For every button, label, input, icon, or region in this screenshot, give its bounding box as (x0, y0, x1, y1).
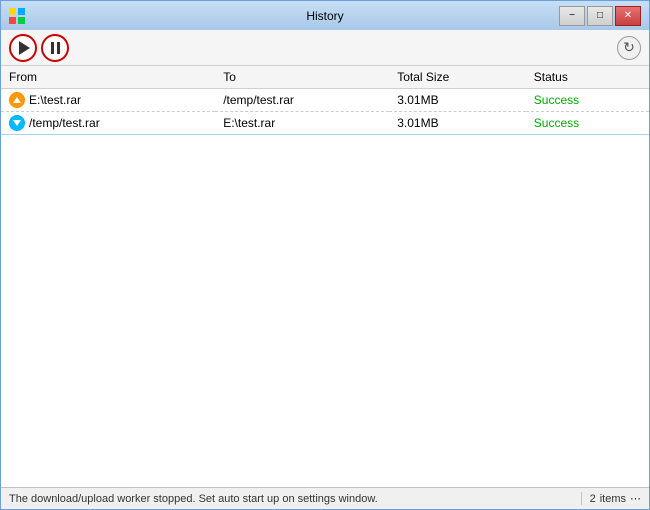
table-row[interactable]: /temp/test.rar E:\test.rar 3.01MB Succes… (1, 112, 649, 135)
status-count: 2 (590, 493, 596, 505)
main-window: ↻ From To Total Size Status E:\test.rar (0, 30, 650, 510)
cell-size-1: 3.01MB (389, 112, 526, 135)
toolbar: ↻ (1, 30, 649, 66)
status-bar: The download/upload worker stopped. Set … (1, 487, 649, 509)
maximize-button[interactable]: □ (587, 6, 613, 26)
cell-size-0: 3.01MB (389, 89, 526, 112)
title-bar-left (9, 8, 25, 24)
cell-status-0: Success (526, 89, 649, 112)
toolbar-right: ↻ (617, 36, 641, 60)
pause-button[interactable] (41, 34, 69, 62)
cell-from-1: /temp/test.rar (1, 112, 215, 135)
window-title: History (0, 9, 650, 23)
title-bar: History − □ ✕ (0, 0, 650, 30)
cell-from-0: E:\test.rar (1, 89, 215, 112)
from-value-0: E:\test.rar (29, 93, 81, 107)
cell-to-1: E:\test.rar (215, 112, 389, 135)
app-icon (9, 8, 25, 24)
from-value-1: /temp/test.rar (29, 116, 100, 130)
play-icon (19, 41, 30, 55)
pause-bar-left (51, 42, 54, 54)
status-count-area: 2 items ⋯ (581, 492, 641, 505)
pause-bar-right (57, 42, 60, 54)
col-to: To (215, 66, 389, 89)
cell-to-0: /temp/test.rar (215, 89, 389, 112)
history-table-area: From To Total Size Status E:\test.rar /t… (1, 66, 649, 487)
history-table: From To Total Size Status E:\test.rar /t… (1, 66, 649, 135)
pause-icon (51, 42, 60, 54)
col-size: Total Size (389, 66, 526, 89)
table-header-row: From To Total Size Status (1, 66, 649, 89)
close-button[interactable]: ✕ (615, 6, 641, 26)
upload-icon (9, 92, 25, 108)
refresh-button[interactable]: ↻ (617, 36, 641, 60)
status-icon: ⋯ (630, 492, 641, 505)
col-from: From (1, 66, 215, 89)
download-icon (9, 115, 25, 131)
minimize-button[interactable]: − (559, 6, 585, 26)
play-button[interactable] (9, 34, 37, 62)
status-message: The download/upload worker stopped. Set … (9, 493, 378, 505)
table-row[interactable]: E:\test.rar /temp/test.rar 3.01MB Succes… (1, 89, 649, 112)
status-count-label: items (600, 493, 626, 505)
col-status: Status (526, 66, 649, 89)
cell-status-1: Success (526, 112, 649, 135)
title-bar-controls: − □ ✕ (559, 6, 641, 26)
